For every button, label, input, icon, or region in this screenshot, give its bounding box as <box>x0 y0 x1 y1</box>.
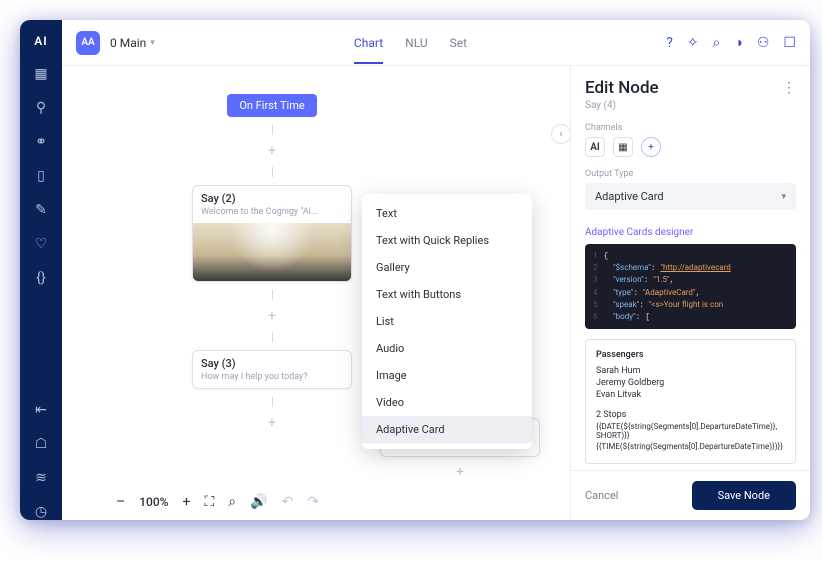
app-rail: AI ▦ ⚲ ⚭ ▯ ✎ ♡ {} ⇤ ☖ ≋ ◷ <box>20 20 62 520</box>
topbar: AA 0 Main ▾ Chart NLU Set ? ✧ ⌕ ◑ ⚇ ☐ <box>62 20 810 66</box>
bar-icon[interactable]: ▯ <box>33 168 49 184</box>
canvas-toolbar: – 100% + ⛶ ⌕ 🔊 ↶ ↷ <box>116 494 319 510</box>
output-type-menu: Text Text with Quick Replies Gallery Tex… <box>362 194 532 449</box>
menu-item-list[interactable]: List <box>362 308 532 335</box>
zoom-level: 100% <box>139 495 168 509</box>
node-subtitle: How may I help you today? <box>193 372 351 388</box>
channel-teams[interactable]: ▦ <box>613 137 633 157</box>
card-preview: Passengers Sarah Hum Jeremy Goldberg Eva… <box>585 339 796 464</box>
editor-tabs: Chart NLU Set <box>354 22 467 64</box>
user-icon[interactable]: ⚇ <box>757 35 770 51</box>
fit-view-button[interactable]: ⛶ <box>204 494 214 510</box>
comment-icon[interactable]: ☐ <box>783 35 796 51</box>
clock-icon[interactable]: ◷ <box>33 504 49 520</box>
flow-node[interactable]: Say (3) How may I help you today? <box>192 350 352 389</box>
output-type-value: Adaptive Card <box>595 190 664 203</box>
preview-passenger: Sarah Hum <box>596 366 785 376</box>
node-image-preview <box>193 223 351 281</box>
preview-passenger: Jeremy Goldberg <box>596 378 785 388</box>
pin-icon[interactable]: ⚲ <box>33 100 49 116</box>
search-icon[interactable]: ⌕ <box>713 35 721 51</box>
output-type-label: Output Type <box>585 169 796 179</box>
search-canvas-button[interactable]: ⌕ <box>228 494 236 510</box>
add-node-button[interactable]: + <box>268 415 276 431</box>
code-icon[interactable]: {} <box>33 270 49 286</box>
panel-subtitle: Say (4) <box>585 100 796 111</box>
preview-heading: Passengers <box>596 350 785 360</box>
collapse-panel-button[interactable]: ‹ <box>551 124 570 144</box>
menu-item-image[interactable]: Image <box>362 362 532 389</box>
topbar-icons: ? ✧ ⌕ ◑ ⚇ ☐ <box>666 34 796 51</box>
preview-expression: {{DATE(${string(Segments[0].DepartureDat… <box>596 422 785 440</box>
layers-icon[interactable]: ≋ <box>33 470 49 486</box>
flow-canvas[interactable]: ‹ On First Time + Say (2) Welcome to the… <box>62 66 570 520</box>
chevron-down-icon: ▾ <box>781 192 786 202</box>
redo-button[interactable]: ↷ <box>307 494 319 510</box>
app-logo: AI <box>34 34 47 48</box>
chevron-down-icon: ▾ <box>150 38 155 48</box>
preview-expression: {{TIME(${string(Segments[0].DepartureDat… <box>596 442 785 451</box>
key-icon[interactable]: ✎ <box>33 202 49 218</box>
panel-title: Edit Node <box>585 78 659 98</box>
channels-row: AI ▦ + <box>585 137 796 157</box>
flow-name-label: 0 Main <box>110 36 146 50</box>
node-title: Say (2) <box>193 186 351 207</box>
output-type-select[interactable]: Adaptive Card ▾ <box>585 183 796 210</box>
menu-item-text-buttons[interactable]: Text with Buttons <box>362 281 532 308</box>
users-icon[interactable]: ⚭ <box>33 134 49 150</box>
tab-chart[interactable]: Chart <box>354 22 383 64</box>
undo-button[interactable]: ↶ <box>282 494 294 510</box>
chat-icon[interactable]: ☖ <box>33 436 49 452</box>
menu-item-quick-replies[interactable]: Text with Quick Replies <box>362 227 532 254</box>
menu-item-gallery[interactable]: Gallery <box>362 254 532 281</box>
logout-icon[interactable]: ⇤ <box>33 402 49 418</box>
preview-passenger: Evan Litvak <box>596 390 785 400</box>
menu-item-video[interactable]: Video <box>362 389 532 416</box>
tab-set[interactable]: Set <box>450 22 467 64</box>
add-node-button[interactable]: + <box>456 464 464 480</box>
node-subtitle: Welcome to the Cognigy "Ai... <box>193 207 351 223</box>
flow-node[interactable]: Say (2) Welcome to the Cognigy "Ai... <box>192 185 352 282</box>
add-channel-button[interactable]: + <box>641 137 661 157</box>
help-icon[interactable]: ? <box>666 35 673 51</box>
toggle-icon[interactable]: ◑ <box>734 34 742 51</box>
menu-item-adaptive-card[interactable]: Adaptive Card <box>362 416 532 443</box>
voice-preview-button[interactable]: 🔊 <box>250 494 267 510</box>
flow-column: On First Time + Say (2) Welcome to the C… <box>192 94 352 431</box>
more-options-icon[interactable]: ⋮ <box>782 80 796 96</box>
edit-node-panel: Edit Node ⋮ Say (4) Channels AI ▦ + Outp… <box>570 66 810 520</box>
flow-name-dropdown[interactable]: 0 Main ▾ <box>110 36 155 50</box>
designer-link[interactable]: Adaptive Cards designer <box>585 227 693 238</box>
grid-icon[interactable]: ▦ <box>33 66 49 82</box>
channels-label: Channels <box>585 123 796 133</box>
compass-icon[interactable]: ✧ <box>687 35 699 51</box>
tab-nlu[interactable]: NLU <box>405 22 428 64</box>
add-node-button[interactable]: + <box>268 143 276 159</box>
bulb-icon[interactable]: ♡ <box>33 236 49 252</box>
zoom-out-button[interactable]: – <box>116 494 125 510</box>
menu-item-audio[interactable]: Audio <box>362 335 532 362</box>
cancel-button[interactable]: Cancel <box>585 489 618 502</box>
menu-item-text[interactable]: Text <box>362 200 532 227</box>
node-title: Say (3) <box>193 351 351 372</box>
avatar[interactable]: AA <box>76 31 100 55</box>
add-node-button[interactable]: + <box>268 308 276 324</box>
preview-stops: 2 Stops <box>596 410 785 420</box>
save-node-button[interactable]: Save Node <box>692 481 796 510</box>
panel-footer: Cancel Save Node <box>571 470 810 520</box>
code-editor[interactable]: 1{ 2 "$schema": "http://adaptivecard 3 "… <box>585 244 796 329</box>
zoom-in-button[interactable]: + <box>182 494 190 510</box>
channel-ai[interactable]: AI <box>585 137 605 157</box>
start-node[interactable]: On First Time <box>227 94 316 117</box>
